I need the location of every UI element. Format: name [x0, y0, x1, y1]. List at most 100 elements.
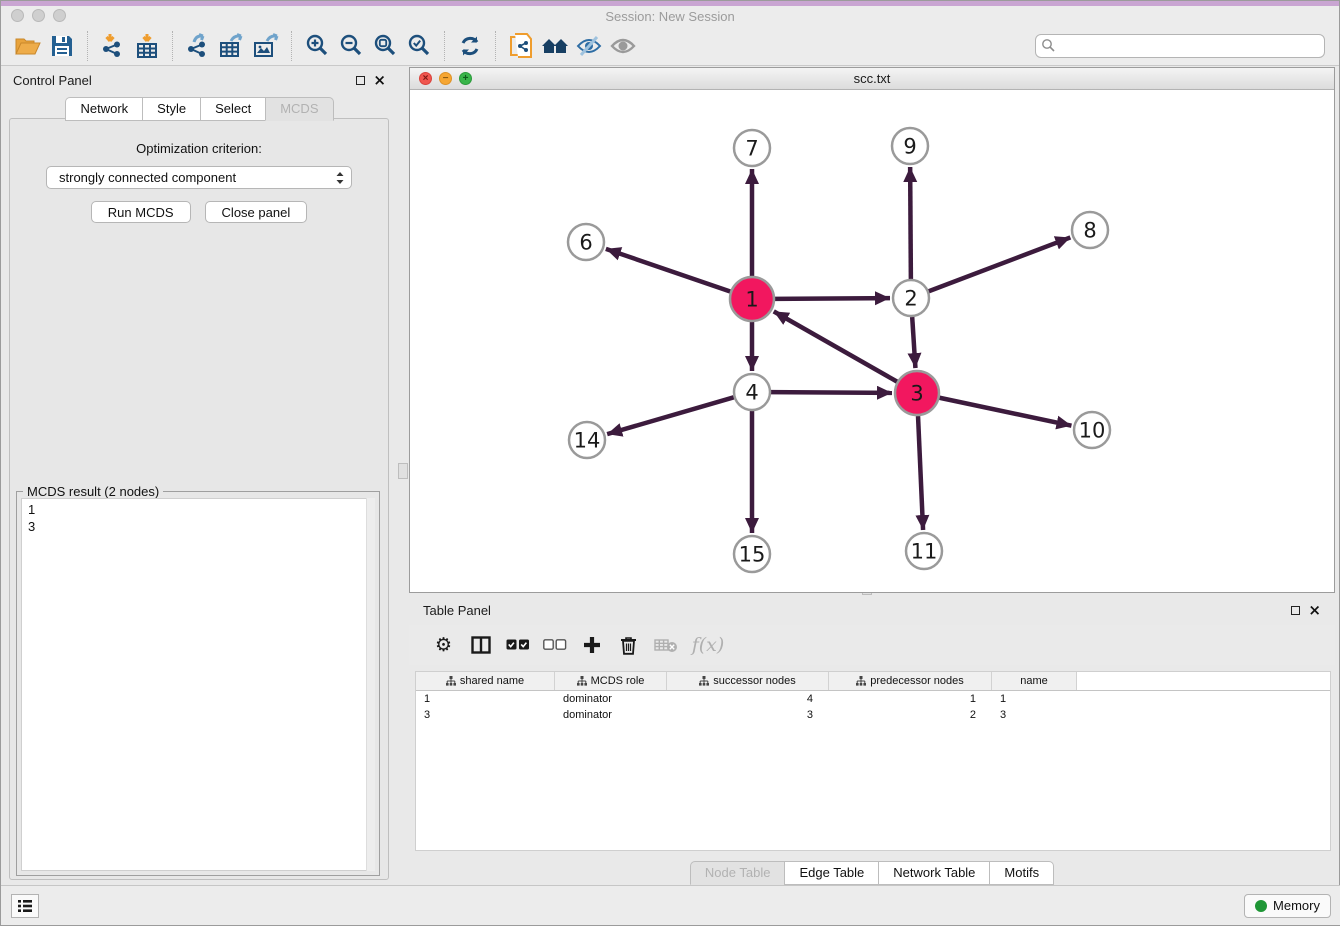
table-row[interactable]: 3 dominator 3 2 3: [416, 707, 1330, 723]
tab-motifs[interactable]: Motifs: [989, 861, 1054, 885]
tab-network-table[interactable]: Network Table: [878, 861, 989, 885]
graph-edge-2-3[interactable]: [912, 317, 915, 368]
search-input[interactable]: [1035, 34, 1325, 58]
vertical-splitter-handle[interactable]: [398, 463, 408, 479]
zoom-fit-button[interactable]: [368, 30, 402, 62]
clone-network-icon: [508, 32, 534, 60]
show-all-button[interactable]: [606, 30, 640, 62]
column-header-shared-name[interactable]: shared name: [416, 672, 555, 690]
cell-successor-nodes[interactable]: 4: [667, 693, 829, 705]
run-mcds-button[interactable]: Run MCDS: [91, 201, 191, 223]
graph-node-label-3: 3: [910, 382, 923, 406]
cell-name[interactable]: 3: [992, 709, 1077, 721]
cell-shared-name[interactable]: 1: [416, 693, 555, 705]
column-header-name[interactable]: name: [992, 672, 1077, 690]
memory-button[interactable]: Memory: [1244, 894, 1331, 918]
graph-edge-1-6[interactable]: [606, 249, 730, 292]
graph-edge-1-2[interactable]: [775, 298, 890, 299]
cell-predecessor-nodes[interactable]: 2: [829, 709, 992, 721]
control-panel-header: Control Panel ⨯: [1, 67, 398, 93]
network-close-icon[interactable]: ×: [419, 72, 432, 85]
refresh-button[interactable]: [453, 30, 487, 62]
export-table-button[interactable]: [215, 30, 249, 62]
save-session-button[interactable]: [45, 30, 79, 62]
zoom-out-button[interactable]: [334, 30, 368, 62]
result-scrollbar[interactable]: [366, 498, 375, 871]
close-window-icon[interactable]: [11, 9, 24, 22]
hide-selected-button[interactable]: [572, 30, 606, 62]
home-icon: [540, 35, 570, 57]
column-header-mcds-role[interactable]: MCDS role: [555, 672, 667, 690]
cell-shared-name[interactable]: 3: [416, 709, 555, 721]
show-columns-button[interactable]: [462, 629, 499, 661]
network-canvas[interactable]: 7968124314101511: [410, 90, 1334, 592]
network-minimize-icon[interactable]: −: [439, 72, 452, 85]
select-all-columns-button[interactable]: [499, 629, 536, 661]
optimization-criterion-select[interactable]: strongly connected component: [46, 166, 352, 189]
tab-mcds[interactable]: MCDS: [265, 97, 333, 121]
optimization-criterion-value: strongly connected component: [59, 170, 236, 185]
column-header-successor-nodes[interactable]: successor nodes: [667, 672, 829, 690]
function-builder-button-disabled: f(x): [684, 629, 732, 661]
close-panel-icon[interactable]: ⨯: [373, 73, 386, 88]
cell-predecessor-nodes[interactable]: 1: [829, 693, 992, 705]
cell-successor-nodes[interactable]: 3: [667, 709, 829, 721]
open-session-button[interactable]: [11, 30, 45, 62]
graph-node-label-10: 10: [1079, 419, 1106, 443]
tab-edge-table[interactable]: Edge Table: [784, 861, 878, 885]
tab-network[interactable]: Network: [65, 97, 142, 121]
network-maximize-icon[interactable]: +: [459, 72, 472, 85]
clone-network-button[interactable]: [504, 30, 538, 62]
export-network-button[interactable]: [181, 30, 215, 62]
table-row[interactable]: 1 dominator 4 1 1: [416, 691, 1330, 707]
node-table: shared name MCDS role successor nodes pr…: [415, 671, 1331, 851]
checked-boxes-icon: [506, 639, 530, 651]
delete-column-button[interactable]: [610, 629, 647, 661]
cell-name[interactable]: 1: [992, 693, 1077, 705]
tab-node-table[interactable]: Node Table: [690, 861, 785, 885]
column-type-icon: [699, 676, 709, 686]
close-table-panel-icon[interactable]: ⨯: [1308, 603, 1321, 618]
float-table-panel-icon[interactable]: [1291, 606, 1300, 615]
graph-edge-4-14[interactable]: [607, 397, 734, 434]
delete-table-button-disabled: [647, 629, 684, 661]
mcds-result-text[interactable]: 1 3: [21, 498, 375, 871]
graph-edge-3-1[interactable]: [774, 311, 897, 381]
cell-mcds-role[interactable]: dominator: [555, 709, 667, 721]
float-panel-icon[interactable]: [356, 76, 365, 85]
minimize-window-icon[interactable]: [32, 9, 45, 22]
graph-node-label-15: 15: [739, 543, 766, 567]
network-window-titlebar[interactable]: × − + scc.txt: [410, 68, 1334, 90]
column-header-predecessor-nodes[interactable]: predecessor nodes: [829, 672, 992, 690]
graph-node-label-4: 4: [745, 381, 758, 405]
control-panel: Control Panel ⨯ Network Style Select MCD…: [1, 67, 398, 885]
toolbar-separator: [444, 31, 445, 61]
main-toolbar: [1, 26, 1339, 66]
zoom-in-button[interactable]: [300, 30, 334, 62]
table-settings-button[interactable]: ⚙: [425, 629, 462, 661]
close-panel-button[interactable]: Close panel: [205, 201, 308, 223]
zoom-in-icon: [305, 33, 330, 58]
log-console-button[interactable]: [11, 894, 39, 918]
graph-edge-2-9[interactable]: [910, 167, 911, 279]
refresh-icon: [458, 34, 482, 58]
cell-mcds-role[interactable]: dominator: [555, 693, 667, 705]
tab-select[interactable]: Select: [200, 97, 265, 121]
create-column-button[interactable]: [573, 629, 610, 661]
deselect-all-columns-button[interactable]: [536, 629, 573, 661]
import-table-button[interactable]: [130, 30, 164, 62]
graph-edge-3-10[interactable]: [940, 398, 1072, 426]
zoom-selected-button[interactable]: [402, 30, 436, 62]
graph-edge-2-8[interactable]: [929, 237, 1071, 291]
chevron-updown-icon: [335, 171, 345, 185]
graph-edge-4-3[interactable]: [771, 392, 892, 393]
graph-node-label-2: 2: [904, 287, 917, 311]
export-image-button[interactable]: [249, 30, 283, 62]
zoom-window-icon[interactable]: [53, 9, 66, 22]
import-network-button[interactable]: [96, 30, 130, 62]
home-button[interactable]: [538, 30, 572, 62]
toolbar-separator: [87, 31, 88, 61]
control-panel-title: Control Panel: [13, 73, 92, 88]
graph-edge-3-11[interactable]: [918, 416, 923, 530]
tab-style[interactable]: Style: [142, 97, 200, 121]
